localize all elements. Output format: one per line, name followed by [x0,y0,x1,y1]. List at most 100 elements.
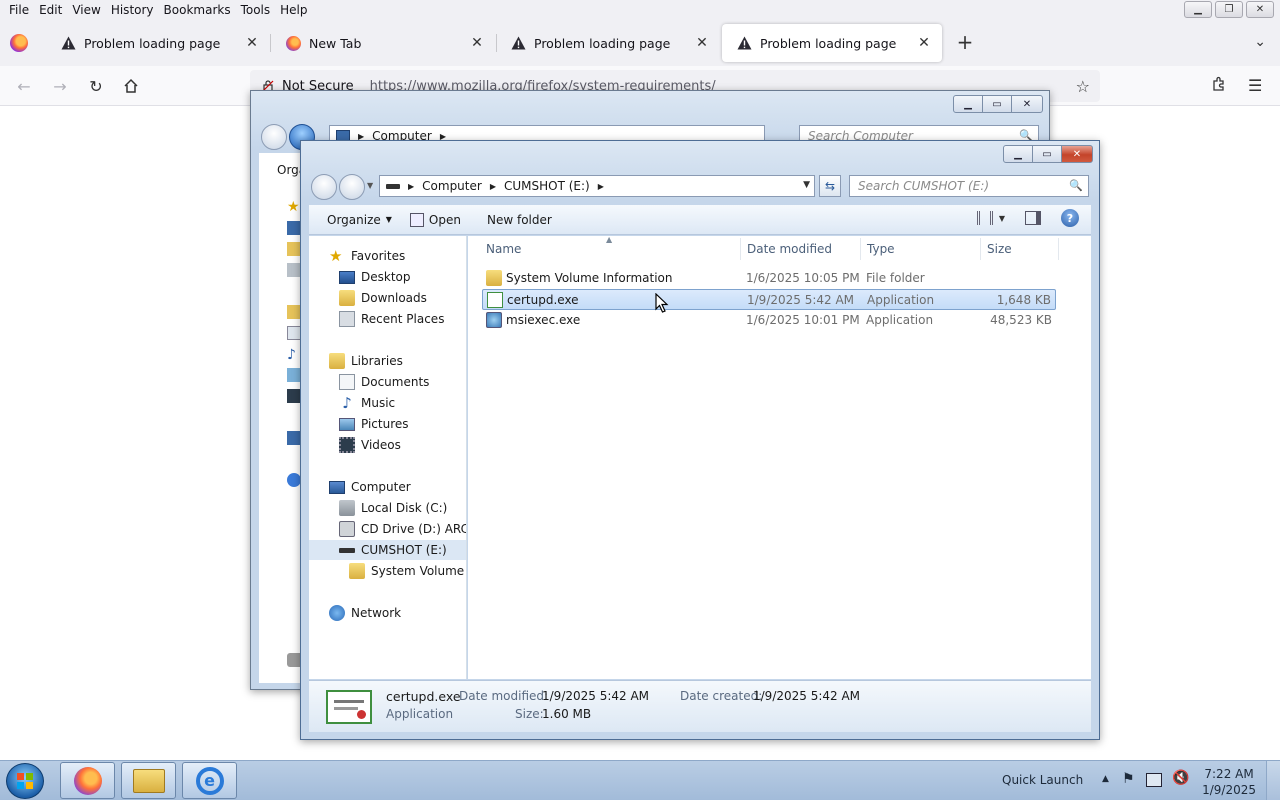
taskbar-explorer[interactable] [121,762,176,799]
browser-restore-button[interactable]: ❐ [1215,1,1243,18]
nav-label: Network [351,606,402,620]
forward-nav-button[interactable] [339,174,365,200]
back-nav-button[interactable] [311,174,337,200]
minimize-button[interactable]: ▁ [1003,145,1033,163]
nav-pictures[interactable]: Pictures [339,414,409,434]
menu-bookmarks[interactable]: Bookmarks [159,3,236,17]
nav-cumshot-drive[interactable]: CUMSHOT (E:) [309,540,466,560]
file-date: 1/6/2025 10:05 PM [746,271,860,285]
nav-favorites[interactable]: ★ Favorites [329,246,405,266]
column-type[interactable]: Type [867,242,895,256]
nav-documents[interactable]: Documents [339,372,429,392]
views-chevron-icon[interactable]: ▼ [999,214,1005,223]
search-box[interactable]: Search CUMSHOT (E:) 🔍 [849,175,1089,197]
pictures-icon [287,368,301,382]
home-button[interactable] [119,74,143,98]
column-date-modified[interactable]: Date modified [747,242,832,256]
tab-close-icon[interactable]: ✕ [916,35,932,51]
new-tab-button[interactable]: + [955,32,975,52]
tab-4-active[interactable]: Problem loading page ✕ [722,24,942,62]
refresh-button[interactable]: ⇆ [819,175,841,197]
nav-cd-drive[interactable]: CD Drive (D:) ARCA_ [339,519,466,539]
open-button[interactable]: Open [409,212,461,227]
close-button[interactable]: ✕ [1011,95,1043,113]
minimize-button[interactable]: ▁ [953,95,983,113]
nav-music[interactable]: ♪ Music [339,393,395,413]
column-name[interactable]: Name [486,242,521,256]
file-date: 1/6/2025 10:01 PM [746,313,860,327]
tab-3[interactable]: Problem loading page ✕ [496,24,720,62]
firefox-view-icon[interactable] [10,34,28,52]
column-size[interactable]: Size [987,242,1012,256]
menu-help[interactable]: Help [275,3,312,17]
maximize-button[interactable]: ▭ [982,95,1012,113]
breadcrumb-cumshot[interactable]: CUMSHOT (E:) [504,179,590,193]
file-row-selected[interactable]: certupd.exe 1/9/2025 5:42 AM Application… [482,289,1056,310]
nav-network[interactable]: Network [329,603,401,623]
taskbar-firefox[interactable] [60,762,115,799]
bookmark-star-icon[interactable]: ☆ [1076,77,1090,96]
column-divider [740,238,741,260]
tab-close-icon[interactable]: ✕ [469,35,485,51]
folder-icon [486,270,502,286]
system-clock[interactable]: 7:22 AM 1/9/2025 [1202,766,1256,798]
nav-desktop[interactable]: Desktop [339,267,411,287]
list-all-tabs-button[interactable]: ⌄ [1254,34,1266,50]
nav-label: Computer [351,480,411,494]
nav-libraries[interactable]: Libraries [329,351,403,371]
window-caption-buttons: ▁ ▭ ✕ [953,95,1043,113]
tab-2[interactable]: New Tab ✕ [271,24,495,62]
nav-videos[interactable]: Videos [339,435,401,455]
menu-tools[interactable]: Tools [236,3,276,17]
network-tray-icon[interactable] [1146,773,1162,787]
organize-button[interactable]: Organize ▼ [327,213,392,227]
reload-button[interactable]: ↻ [84,74,108,98]
menu-file[interactable]: File [4,3,34,17]
menu-history[interactable]: History [106,3,159,17]
browser-minimize-button[interactable]: ▁ [1184,1,1212,18]
views-icon[interactable] [976,211,993,225]
nav-recent-places[interactable]: Recent Places [339,309,444,329]
new-folder-button[interactable]: New folder [487,213,552,227]
file-row[interactable]: System Volume Information 1/6/2025 10:05… [482,268,1056,289]
breadcrumb-arrow-icon: ▶ [489,181,496,191]
file-row[interactable]: msiexec.exe 1/6/2025 10:01 PM Applicatio… [482,310,1056,331]
extensions-icon[interactable] [1211,76,1227,96]
menu-edit[interactable]: Edit [34,3,67,17]
start-button[interactable] [6,763,44,799]
taskbar-internet-explorer[interactable]: e [182,762,237,799]
menu-view[interactable]: View [67,3,105,17]
nav-downloads[interactable]: Downloads [339,288,427,308]
file-list: ▲ Name Date modified Type Size System Vo… [468,235,1091,679]
tab-close-icon[interactable]: ✕ [244,35,260,51]
help-icon[interactable]: ? [1061,209,1079,227]
firefox-icon [73,766,102,795]
open-label: Open [428,212,461,227]
tab-label: Problem loading page [534,35,671,51]
nav-system-volume-information[interactable]: System Volume In [349,561,466,581]
app-menu-icon[interactable]: ☰ [1248,76,1262,95]
maximize-button[interactable]: ▭ [1032,145,1062,163]
close-button[interactable]: ✕ [1061,145,1093,163]
nav-local-disk[interactable]: Local Disk (C:) [339,498,447,518]
back-button[interactable]: ← [12,74,36,98]
back-nav-button[interactable] [261,124,287,150]
forward-button[interactable]: → [48,74,72,98]
quick-launch-label[interactable]: Quick Launch [1002,773,1083,787]
recent-pages-chevron-icon[interactable]: ▼ [367,181,373,190]
tab-1[interactable]: Problem loading page ✕ [46,24,270,62]
browser-close-button[interactable]: ✕ [1246,1,1274,18]
nav-computer[interactable]: Computer [329,477,411,497]
address-bar[interactable]: ▶ Computer ▶ CUMSHOT (E:) ▶ ▼ [379,175,815,197]
show-hidden-icons-button[interactable]: ▲ [1102,774,1109,784]
show-desktop-button[interactable] [1266,761,1280,800]
preview-pane-icon[interactable] [1025,211,1041,225]
nav-label: Libraries [351,354,403,368]
breadcrumb-computer[interactable]: Computer [422,179,482,193]
column-divider [860,238,861,260]
address-dropdown-icon[interactable]: ▼ [803,180,810,190]
action-center-flag-icon[interactable]: ⚑ [1122,771,1135,787]
nav-label: System Volume In [371,564,466,578]
tab-close-icon[interactable]: ✕ [694,35,710,51]
volume-muted-icon[interactable]: 🔇 [1172,770,1189,786]
